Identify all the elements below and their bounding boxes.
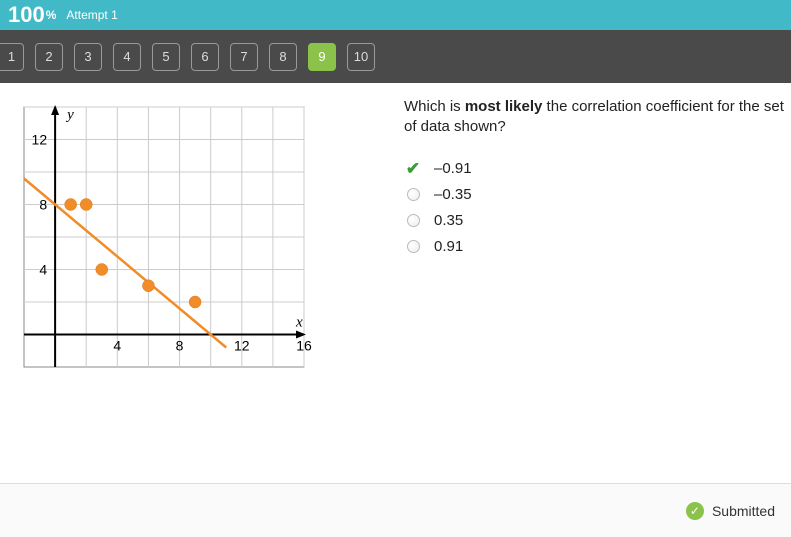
- status-footer: ✓ Submitted: [0, 483, 791, 537]
- radio-icon: [407, 214, 420, 227]
- option-label: 0.35: [434, 212, 463, 229]
- nav-question-5[interactable]: 5: [152, 43, 180, 71]
- svg-text:x: x: [295, 315, 303, 331]
- check-circle-icon: ✓: [686, 502, 704, 520]
- answer-option[interactable]: –0.35: [404, 182, 784, 208]
- svg-text:12: 12: [32, 132, 48, 148]
- question-prefix: Which is: [404, 98, 465, 115]
- nav-question-8[interactable]: 8: [269, 43, 297, 71]
- question-text: Which is most likely the correlation coe…: [404, 97, 784, 138]
- option-label: –0.91: [434, 160, 472, 177]
- nav-question-7[interactable]: 7: [230, 43, 258, 71]
- submitted-label: Submitted: [712, 503, 775, 519]
- checkmark-icon: ✔: [406, 159, 420, 179]
- option-label: 0.91: [434, 238, 463, 255]
- nav-question-6[interactable]: 6: [191, 43, 219, 71]
- question-nav: 123456789 10: [0, 30, 791, 83]
- nav-question-3[interactable]: 3: [74, 43, 102, 71]
- attempt-label: Attempt 1: [66, 8, 117, 22]
- answer-options: ✔ –0.91 –0.35 0.35 0.91: [404, 156, 784, 260]
- svg-text:8: 8: [39, 197, 47, 213]
- svg-text:16: 16: [296, 338, 312, 354]
- radio-icon: [407, 188, 420, 201]
- nav-question-10[interactable]: 10: [347, 43, 375, 71]
- answer-option[interactable]: 0.35: [404, 208, 784, 234]
- nav-question-2[interactable]: 2: [35, 43, 63, 71]
- question-bold: most likely: [465, 98, 543, 115]
- score-value: 100: [8, 2, 45, 28]
- percent-sign: %: [46, 8, 57, 22]
- answer-option[interactable]: 0.91: [404, 234, 784, 260]
- question-panel: Which is most likely the correlation coe…: [404, 97, 784, 387]
- scatter-plot: 4 8 12 16 4 8 12 y x: [14, 97, 314, 387]
- option-label: –0.35: [434, 186, 472, 203]
- nav-question-1[interactable]: 1: [0, 43, 24, 71]
- svg-text:y: y: [65, 107, 74, 123]
- svg-text:4: 4: [39, 262, 47, 278]
- content-area: 4 8 12 16 4 8 12 y x Which is most likely the co…: [0, 83, 791, 387]
- svg-text:4: 4: [113, 338, 121, 354]
- svg-text:8: 8: [176, 338, 184, 354]
- nav-question-4[interactable]: 4: [113, 43, 141, 71]
- svg-text:12: 12: [234, 338, 250, 354]
- nav-question-9[interactable]: 9: [308, 43, 336, 71]
- answer-option[interactable]: ✔ –0.91: [404, 156, 784, 182]
- graph-canvas: 4 8 12 16 4 8 12 y x: [14, 97, 314, 387]
- radio-icon: [407, 240, 420, 253]
- score-header: 100% Attempt 1: [0, 0, 791, 30]
